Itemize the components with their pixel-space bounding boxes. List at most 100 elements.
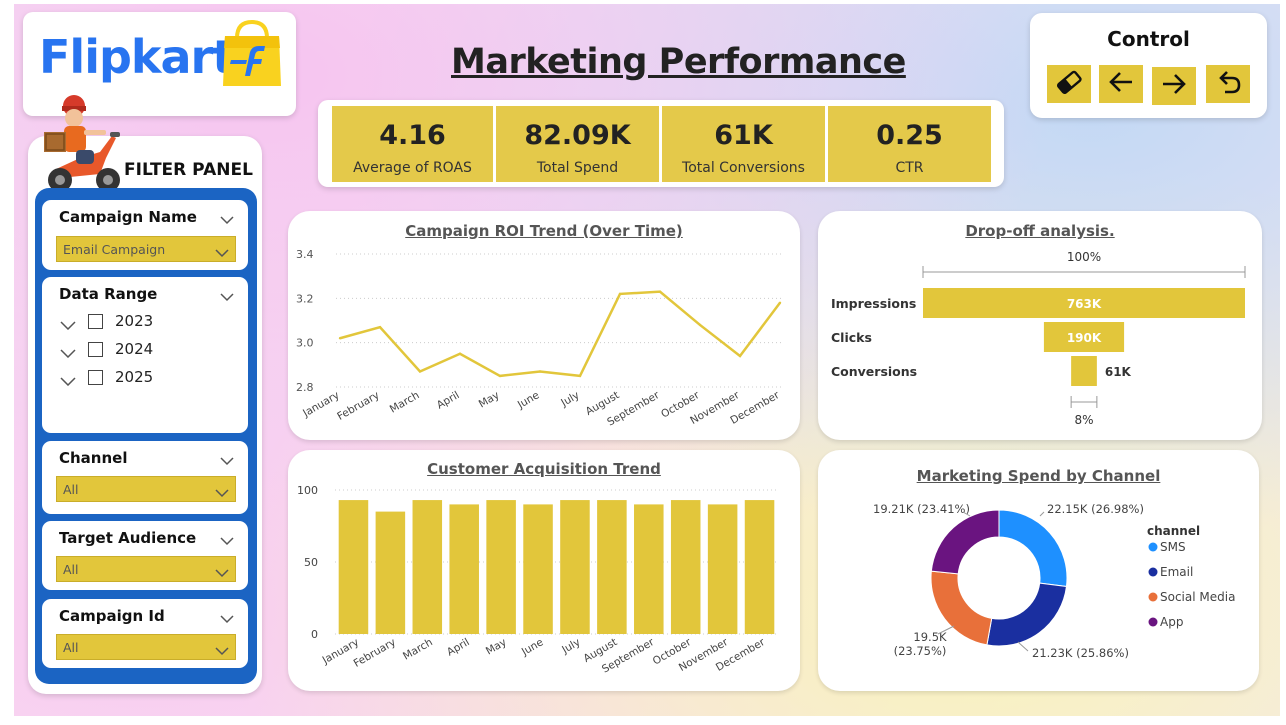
eraser-icon [1054, 67, 1084, 101]
acquisition-bar [449, 504, 479, 634]
roi-point [738, 354, 742, 358]
slicer-title: Data Range [59, 285, 158, 303]
year-label: 2025 [115, 368, 154, 386]
reset-button[interactable] [1206, 65, 1250, 103]
roi-point [578, 374, 582, 378]
campaign-name-slicer: Campaign Name Email Campaign [42, 200, 248, 270]
donut-slice [986, 582, 1068, 647]
donut-slice [930, 509, 1000, 575]
chevron-down-icon[interactable] [220, 531, 234, 550]
target-audience-dropdown[interactable]: All [56, 556, 236, 582]
roi-trend-panel: Campaign ROI Trend (Over Time) 3.4 3.2 3.0… [288, 211, 800, 440]
roi-point [658, 290, 662, 293]
acquisition-bar-chart: 100500JanuaryFebruary March April May June Ju… [297, 484, 778, 676]
kpi-label: Total Conversions [682, 160, 805, 176]
legend-label: Email [1160, 565, 1193, 579]
leader-line [1039, 511, 1045, 517]
acquisition-bar [412, 500, 443, 634]
leader-line [1017, 641, 1029, 652]
chevron-down-icon[interactable] [220, 451, 234, 470]
target-audience-slicer: Target Audience All [42, 521, 248, 590]
legend-label: App [1160, 615, 1183, 629]
slice-data-label: 21.23K (25.86%) [1032, 646, 1129, 660]
dropdown-value: All [63, 562, 79, 577]
slicer-title: Campaign Name [59, 208, 197, 226]
acquisition-panel: Customer Acquisition Trend 100 50 0 January… [288, 450, 800, 691]
chevron-down-icon[interactable] [220, 287, 234, 306]
x-tick-label: June [519, 636, 546, 658]
roi-line-chart: 3.43.23.02.8JanuaryFebruary March April May… [296, 248, 784, 429]
acquisition-bar [560, 500, 590, 634]
x-tick-label: April [445, 636, 472, 658]
acquisition-bar [670, 500, 701, 634]
kpi-total-conversions: 61K Total Conversions [662, 106, 825, 182]
roi-point [778, 301, 782, 304]
roi-point [378, 325, 382, 329]
kpi-value: 0.25 [876, 120, 943, 151]
roi-point [618, 292, 622, 296]
data-range-slicer: Data Range 2023 2024 2025 [42, 277, 248, 433]
checkbox[interactable] [88, 342, 103, 357]
page-title: Marketing Performance [451, 42, 906, 82]
forward-button[interactable] [1152, 67, 1196, 105]
y-tick-label: 3.4 [296, 248, 314, 261]
kpi-total-spend: 82.09K Total Spend [496, 106, 659, 182]
acquisition-bar [597, 500, 627, 634]
chevron-down-icon[interactable] [220, 609, 234, 628]
y-tick-label: 0 [311, 628, 318, 641]
channel-dropdown[interactable]: All [56, 476, 236, 502]
x-tick-label: July [559, 636, 582, 656]
chevron-down-icon[interactable] [60, 315, 76, 334]
acquisition-bar [486, 500, 516, 634]
kpi-value: 82.09K [524, 120, 631, 151]
legend-title: channel [1147, 524, 1200, 538]
y-tick-label: 3.2 [296, 292, 314, 305]
chevron-down-icon[interactable] [60, 343, 76, 362]
funnel-data-label: 763K [1067, 297, 1102, 311]
x-tick-label: May [477, 389, 502, 410]
dropoff-funnel-chart: 100% Impressions 763K Clicks 190K Conversions… [831, 250, 1246, 427]
roi-line [339, 290, 781, 378]
kpi-ctr: 0.25 CTR [828, 106, 991, 182]
legend-marker [1148, 542, 1158, 552]
x-tick-label: February [335, 389, 381, 423]
roi-point [698, 323, 702, 327]
kpi-value: 61K [714, 120, 773, 151]
chevron-down-icon[interactable] [220, 210, 234, 229]
dropdown-value: Email Campaign [63, 242, 166, 257]
year-label: 2023 [115, 312, 154, 330]
kpi-label: CTR [895, 160, 924, 176]
spend-donut-chart: 22.15K (26.98%)21.23K (25.86%)19.5K(23.7… [873, 502, 1235, 660]
legend-marker [1148, 592, 1158, 602]
campaign-id-dropdown[interactable]: All [56, 634, 236, 660]
dropdown-value: All [63, 640, 79, 655]
checkbox[interactable] [88, 314, 103, 329]
roi-point [458, 352, 462, 355]
legend-marker [1148, 567, 1158, 577]
funnel-category-label: Impressions [831, 296, 916, 311]
clear-filters-button[interactable] [1047, 65, 1091, 103]
slice-data-label: 22.15K (26.98%) [1047, 502, 1144, 516]
chevron-down-icon [215, 563, 229, 582]
y-tick-label: 100 [297, 484, 318, 497]
y-tick-label: 2.8 [296, 381, 314, 394]
back-button[interactable] [1099, 65, 1143, 103]
year-label: 2024 [115, 340, 154, 358]
funnel-category-label: Conversions [831, 364, 917, 379]
chevron-down-icon[interactable] [60, 371, 76, 390]
legend-label: Social Media [1160, 590, 1235, 604]
control-title: Control [1107, 27, 1190, 51]
x-tick-label: July [558, 389, 581, 409]
acquisition-bar [634, 504, 664, 634]
campaign-name-dropdown[interactable]: Email Campaign [56, 236, 236, 262]
funnel-category-label: Clicks [831, 330, 872, 345]
kpi-label: Average of ROAS [353, 160, 472, 176]
checkbox[interactable] [88, 370, 103, 385]
acquisition-bar [707, 504, 738, 634]
chevron-down-icon [215, 243, 229, 262]
chevron-down-icon [215, 641, 229, 660]
acquisition-bar [744, 500, 775, 634]
donut-slice [998, 509, 1068, 588]
brand-name: Flipkart [39, 30, 234, 84]
y-tick-label: 3.0 [296, 337, 314, 350]
